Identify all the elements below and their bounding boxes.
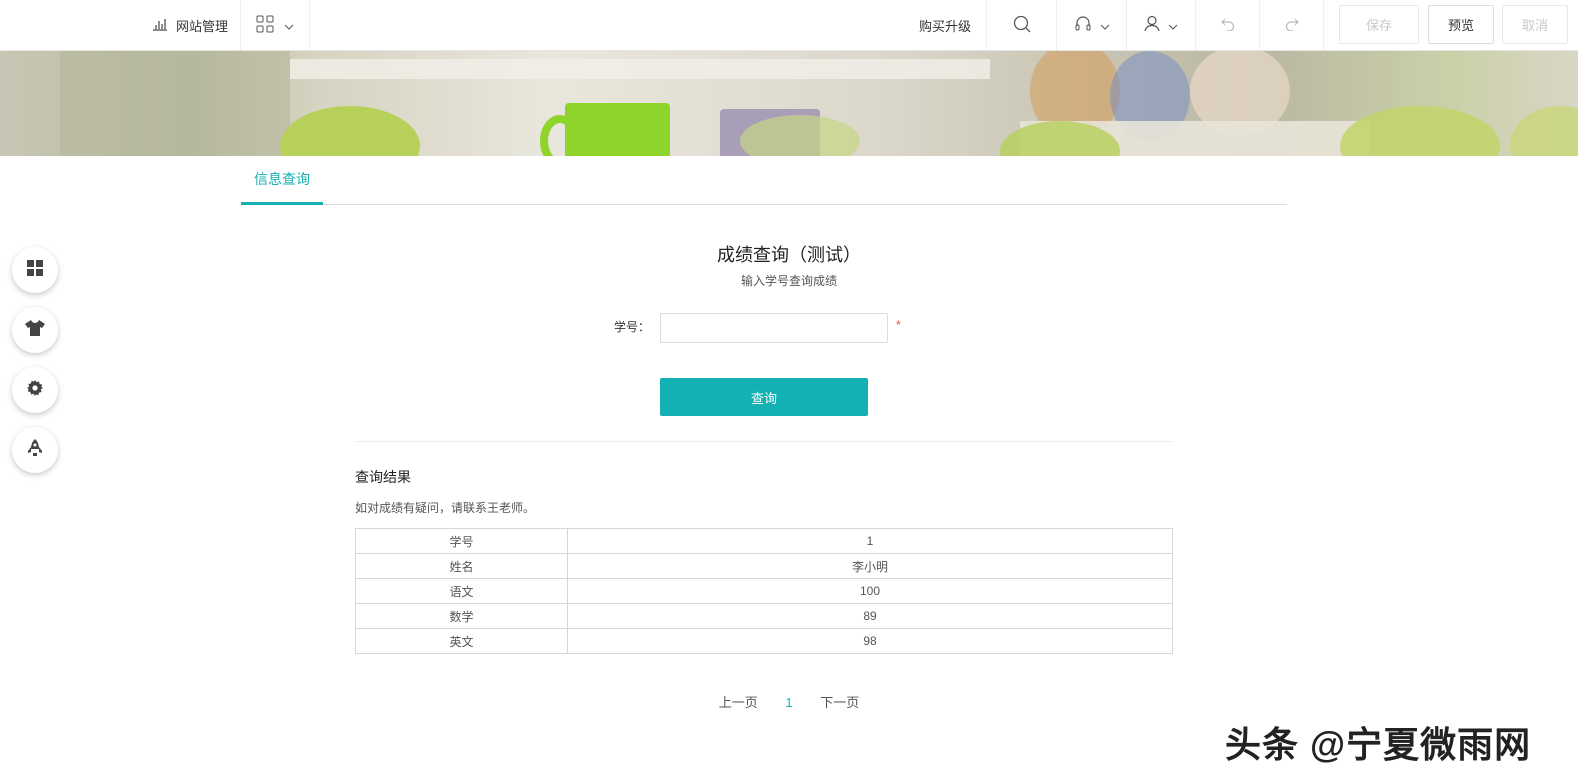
row-key: 语文 — [355, 578, 568, 604]
row-value: 李小明 — [567, 553, 1173, 579]
student-id-label: 学号： — [613, 320, 650, 334]
undo-icon — [1220, 17, 1236, 34]
divider — [355, 441, 1173, 442]
required-mark: * — [896, 318, 901, 332]
top-toolbar: 网站管理 购买升级 保存 预览 取消 — [0, 0, 1578, 51]
undo-button[interactable] — [1196, 0, 1259, 50]
search-icon — [1013, 15, 1031, 36]
table-row: 学号 1 — [355, 528, 1173, 554]
search-button[interactable] — [987, 0, 1056, 50]
table-row: 数学 89 — [355, 603, 1173, 629]
chevron-down-icon — [1100, 18, 1110, 33]
cancel-button[interactable]: 取消 — [1502, 5, 1568, 44]
row-key: 学号 — [355, 528, 568, 554]
bar-chart-icon — [152, 17, 168, 34]
settings-button[interactable] — [12, 367, 58, 413]
preview-button[interactable]: 预览 — [1428, 5, 1494, 44]
result-note: 如对成绩有疑问，请联系王老师。 — [355, 501, 536, 515]
row-key: 数学 — [355, 603, 568, 629]
redo-icon — [1284, 17, 1300, 34]
gear-icon — [26, 379, 44, 402]
query-button[interactable]: 查询 — [660, 378, 868, 416]
account-menu-button[interactable] — [1127, 0, 1195, 50]
tab-bar: 信息查询 — [241, 156, 1287, 205]
user-icon — [1144, 15, 1160, 35]
apps-menu-button[interactable] — [241, 0, 309, 50]
table-row: 语文 100 — [355, 578, 1173, 604]
row-value: 100 — [567, 578, 1173, 604]
tshirt-icon — [24, 319, 46, 342]
theme-button[interactable] — [12, 307, 58, 353]
prev-page-link[interactable]: 上一页 — [719, 695, 758, 710]
site-manage-button[interactable]: 网站管理 — [140, 0, 240, 50]
buy-upgrade-label: 购买升级 — [918, 18, 971, 34]
support-menu-button[interactable] — [1057, 0, 1126, 50]
banner-image — [0, 51, 1578, 156]
page-subtitle: 输入学号查询成绩 — [740, 274, 837, 288]
next-page-link[interactable]: 下一页 — [820, 695, 859, 710]
row-key: 英文 — [355, 628, 568, 654]
headset-icon — [1074, 15, 1092, 36]
tab-info-query[interactable]: 信息查询 — [241, 156, 323, 205]
grid-icon — [256, 15, 274, 36]
result-title: 查询结果 — [355, 469, 411, 485]
row-value: 98 — [567, 628, 1173, 654]
pagination: 上一页 1 下一页 — [0, 692, 1578, 711]
save-button[interactable]: 保存 — [1339, 5, 1419, 44]
table-row: 英文 98 — [355, 628, 1173, 654]
row-value: 1 — [567, 528, 1173, 554]
chevron-down-icon — [1168, 18, 1178, 33]
publish-button[interactable] — [12, 427, 58, 473]
redo-button[interactable] — [1260, 0, 1323, 50]
table-row: 姓名 李小明 — [355, 553, 1173, 579]
row-value: 89 — [567, 603, 1173, 629]
student-id-input[interactable] — [660, 313, 888, 343]
row-key: 姓名 — [355, 553, 568, 579]
result-table: 学号 1 姓名 李小明 语文 100 数学 89 英文 98 — [355, 528, 1173, 654]
rocket-icon — [27, 438, 43, 463]
page-title: 成绩查询（测试） — [717, 245, 861, 265]
chevron-down-icon — [284, 18, 294, 33]
site-manage-label: 网站管理 — [175, 18, 228, 34]
watermark: 头条 @宁夏微雨网 — [1225, 724, 1532, 765]
current-page[interactable]: 1 — [785, 695, 792, 710]
buy-upgrade-link[interactable]: 购买升级 — [905, 0, 985, 50]
